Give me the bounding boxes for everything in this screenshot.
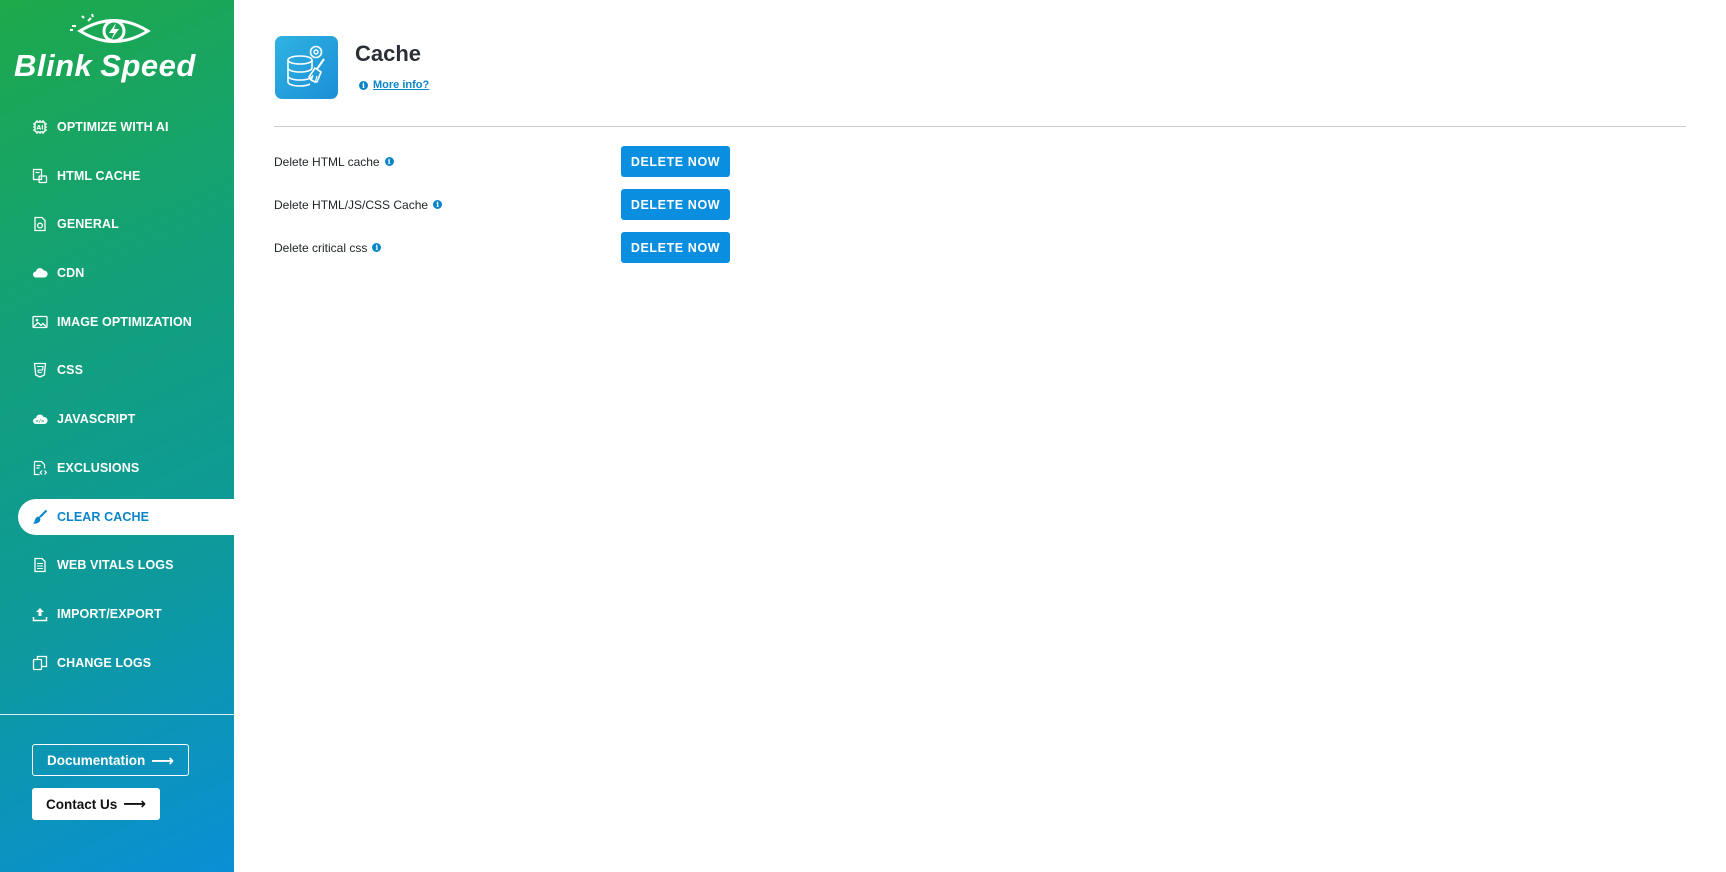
documentation-button[interactable]: Documentation ⟶ [32, 744, 189, 776]
cloud-icon [32, 265, 48, 281]
sidebar-item-exclusions[interactable]: EXCLUSIONS [0, 450, 234, 486]
sidebar-item-javascript[interactable]: </> JAVASCRIPT [0, 401, 234, 437]
action-label-text: Delete HTML cache [274, 154, 380, 169]
sidebar-item-clear-cache[interactable]: CLEAR CACHE [18, 498, 234, 535]
info-icon: i [359, 80, 368, 90]
info-icon[interactable]: i [384, 157, 394, 166]
page-title: Cache [355, 41, 422, 66]
sidebar-item-label: IMAGE OPTIMIZATION [57, 314, 192, 329]
sidebar-item-general[interactable]: GENERAL [0, 206, 234, 242]
eye-bolt-icon [70, 13, 151, 43]
sidebar-item-label: CSS [57, 363, 84, 378]
action-label: Delete HTML cache i [274, 155, 394, 169]
header-divider [274, 126, 1686, 127]
sidebar-item-label: EXCLUSIONS [57, 460, 140, 475]
sidebar-item-web-vitals-logs[interactable]: WEB VITALS LOGS [0, 547, 234, 583]
brush-icon [32, 509, 48, 525]
action-row: Delete critical css i DELETE NOW [274, 232, 734, 263]
action-label-text: Delete critical css [274, 240, 368, 255]
svg-text:AI: AI [36, 125, 43, 132]
sidebar-item-label: WEB VITALS LOGS [57, 558, 174, 573]
sidebar-item-label: CLEAR CACHE [57, 509, 150, 524]
brand-part1: Blink [14, 48, 93, 83]
sidebar-item-label: OPTIMIZE WITH AI [57, 120, 169, 134]
code-file-icon [32, 460, 48, 476]
delete-html-cache-button[interactable]: DELETE NOW [621, 146, 730, 177]
sidebar-item-label: IMPORT/EXPORT [57, 606, 162, 621]
arrow-right-icon: ⟶ [151, 753, 174, 770]
sidebar-item-import-export[interactable]: IMPORT/EXPORT [0, 596, 234, 632]
sidebar-item-label: CHANGE LOGS [57, 655, 152, 670]
js-cloud-icon: </> [32, 411, 48, 427]
sidebar-divider [0, 714, 234, 715]
image-icon [32, 314, 48, 330]
sidebar-item-optimize-with-ai[interactable]: AI OPTIMIZE WITH AI [0, 109, 234, 145]
action-label: Delete HTML/JS/CSS Cache i [274, 197, 443, 212]
action-row: Delete HTML/JS/CSS Cache i DELETE NOW [274, 189, 734, 220]
info-icon[interactable]: i [433, 200, 443, 209]
contact-us-button[interactable]: Contact Us ⟶ [32, 788, 160, 820]
info-icon[interactable]: i [372, 243, 382, 252]
sidebar-item-change-logs[interactable]: CHANGE LOGS [0, 645, 234, 681]
more-info: i More info? [359, 79, 429, 91]
document-icon [32, 557, 48, 573]
sidebar-item-css[interactable]: CSS [0, 352, 234, 388]
database-broom-icon [275, 36, 338, 99]
sidebar-item-label: GENERAL [57, 217, 119, 232]
sidebar: Blink Speed AI OPTIMIZE WITH AI HTML CACH… [0, 0, 234, 872]
arrow-right-icon: ⟶ [123, 796, 146, 813]
more-info-link[interactable]: More info? [373, 79, 429, 91]
delete-html-js-css-cache-button[interactable]: DELETE NOW [621, 189, 730, 220]
sidebar-item-html-cache[interactable]: HTML CACHE [0, 158, 234, 194]
sidebar-item-label: CDN [57, 266, 85, 281]
action-row: Delete HTML cache i DELETE NOW [274, 146, 734, 177]
svg-text:</>: </> [35, 419, 45, 425]
contact-label: Contact Us [46, 796, 118, 812]
action-label: Delete critical css i [274, 240, 382, 255]
upload-icon [32, 606, 48, 622]
delete-critical-css-button[interactable]: DELETE NOW [621, 232, 730, 263]
action-label-text: Delete HTML/JS/CSS Cache [274, 197, 429, 212]
brand-wordmark: Blink Speed [14, 48, 196, 84]
sidebar-item-label: JAVASCRIPT [57, 412, 136, 427]
settings-file-icon [32, 216, 48, 232]
blinkspeed-logo[interactable]: Blink Speed [12, 12, 224, 90]
chip-ai-icon: AI [32, 119, 48, 135]
css3-icon [32, 362, 48, 379]
sidebar-item-cdn[interactable]: CDN [0, 255, 234, 291]
sidebar-item-label: HTML CACHE [57, 168, 141, 183]
sidebar-item-image-optimization[interactable]: IMAGE OPTIMIZATION [0, 304, 234, 340]
copy-icon [32, 655, 48, 671]
brand-part2: Speed [100, 48, 196, 83]
sidebar-nav: AI OPTIMIZE WITH AI HTML CACHE GENERAL C… [0, 109, 234, 693]
documentation-label: Documentation [47, 752, 146, 768]
html-cache-icon [32, 168, 48, 184]
